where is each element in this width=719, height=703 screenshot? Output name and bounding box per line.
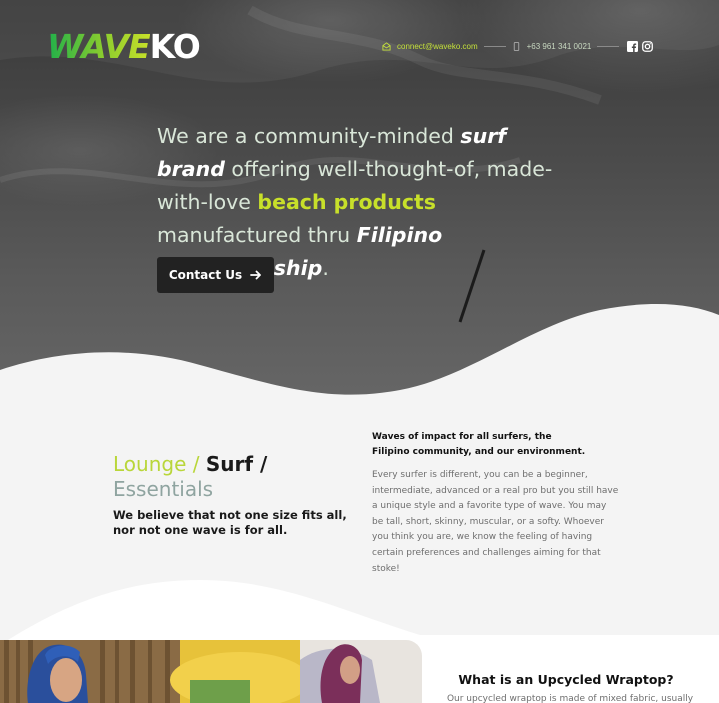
wraptop-body: Our upcycled wraptop is made of mixed fa…	[446, 694, 694, 703]
headline-text: .	[322, 256, 329, 280]
category-essentials[interactable]: Essentials	[113, 477, 213, 501]
headline-text: We are a community-minded	[157, 124, 461, 148]
impact-title: Waves of impact for all surfers, the Fil…	[372, 432, 586, 457]
email-link[interactable]: connect@waveko.com	[397, 42, 478, 51]
contact-us-button[interactable]: Contact Us	[157, 257, 274, 293]
divider-line	[483, 45, 506, 47]
wraptop-photo	[0, 640, 422, 703]
instagram-icon[interactable]	[642, 40, 654, 52]
impact-body: Every surfer is different, you can be a …	[372, 470, 619, 574]
wraptop-title: What is an Upcycled Wraptop?	[458, 672, 674, 687]
category-surf[interactable]: Surf /	[206, 452, 267, 476]
logo-ko-text: KO	[149, 26, 201, 66]
social-links	[627, 40, 654, 52]
contact-bar: connect@waveko.com +63 961 341 0021	[382, 39, 654, 53]
waveko-logo[interactable]: WAVE KO	[47, 26, 201, 66]
category-tagline: We believe that not one size fits all, n…	[113, 508, 347, 537]
phone-icon	[513, 41, 519, 51]
headline-beach-products: beach products	[257, 190, 436, 214]
contact-us-label: Contact Us	[168, 268, 243, 282]
email-icon	[382, 41, 391, 51]
phone-link[interactable]: +63 961 341 0021	[527, 42, 592, 51]
hero-wave-divider	[0, 303, 719, 400]
divider-line	[597, 45, 620, 47]
logo-wave-text: WAVE	[47, 26, 151, 66]
headline-text: manufactured thru	[157, 223, 357, 247]
hero-section: WAVE KO connect@waveko.com +63 961 341 00…	[0, 0, 719, 400]
category-title: Lounge / Surf / Essentials	[113, 452, 353, 502]
arrow-right-icon	[250, 270, 262, 280]
facebook-icon[interactable]	[627, 40, 639, 52]
category-lounge[interactable]: Lounge /	[113, 452, 206, 476]
